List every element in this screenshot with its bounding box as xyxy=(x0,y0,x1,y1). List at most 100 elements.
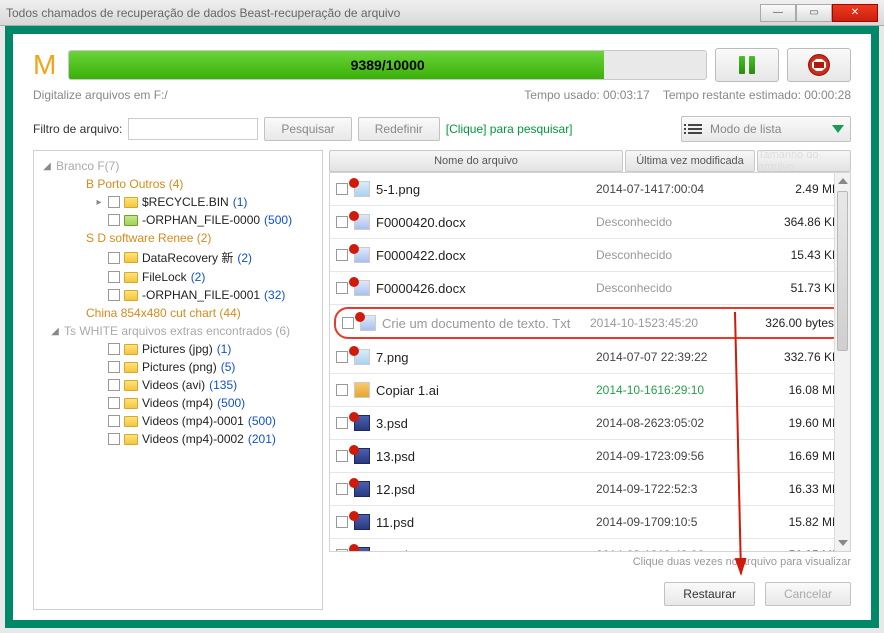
maximize-button[interactable]: ▭ xyxy=(796,4,832,22)
tree-item[interactable]: Videos (mp4)-0001 (500) xyxy=(38,412,318,430)
checkbox[interactable] xyxy=(108,433,120,445)
progress-row: M 9389/10000 xyxy=(33,48,851,82)
checkbox[interactable] xyxy=(336,483,348,495)
folder-icon xyxy=(124,380,138,391)
col-filename[interactable]: Nome do arquivo xyxy=(329,150,623,172)
file-size: 2.49 MB xyxy=(752,182,844,196)
checkbox[interactable] xyxy=(108,343,120,355)
list-mode-button[interactable]: Modo de lista xyxy=(681,116,851,142)
tree-item[interactable]: DataRecovery 新 (2) xyxy=(38,247,318,268)
col-modified[interactable]: Última vez modificada xyxy=(625,150,755,172)
restore-button[interactable]: Restaurar xyxy=(664,582,755,606)
file-date: 2014-10-1523:45:20 xyxy=(590,316,740,330)
tree-item[interactable]: Pictures (png) (5) xyxy=(38,358,318,376)
file-row[interactable]: 13.psd2014-09-1723:09:5616.69 MB xyxy=(330,440,850,473)
file-size: 56.35 MB xyxy=(752,548,844,552)
minimize-button[interactable]: — xyxy=(760,4,796,22)
tree-label: DataRecovery 新 xyxy=(142,249,233,266)
tree-count: (32) xyxy=(264,288,285,302)
scroll-up-icon[interactable] xyxy=(835,173,850,189)
file-row[interactable]: F0000422.docxDesconhecido15.43 KB xyxy=(330,239,850,272)
file-row[interactable]: 12.psd2014-09-1722:52:316.33 MB xyxy=(330,473,850,506)
folder-icon xyxy=(124,272,138,283)
pause-button[interactable] xyxy=(715,48,779,82)
file-icon xyxy=(354,481,370,497)
filter-input[interactable] xyxy=(128,118,258,140)
checkbox[interactable] xyxy=(336,417,348,429)
tree-item[interactable]: S D software Renee (2) xyxy=(38,229,318,247)
checkbox[interactable] xyxy=(336,351,348,363)
checkbox[interactable] xyxy=(336,516,348,528)
reset-button[interactable]: Redefinir xyxy=(358,117,440,141)
close-button[interactable]: ✕ xyxy=(832,4,878,22)
checkbox[interactable] xyxy=(336,450,348,462)
tree-count: (135) xyxy=(209,378,237,392)
expand-icon[interactable]: ▸ xyxy=(94,197,104,208)
status-badge xyxy=(355,312,365,322)
checkbox[interactable] xyxy=(108,252,120,264)
folder-tree[interactable]: ◢ Branco F(7) B Porto Outros (4) ▸ $RECYCL… xyxy=(33,150,323,610)
file-row[interactable]: 3.psd2014-08-2623:05:0219.60 MB xyxy=(330,407,850,440)
tree-item[interactable]: China 854x480 cut chart (44) xyxy=(38,304,318,322)
cancel-button[interactable]: Cancelar xyxy=(765,582,851,606)
file-list[interactable]: 5-1.png2014-07-1417:00:042.49 MBF0000420… xyxy=(329,172,851,552)
checkbox[interactable] xyxy=(108,196,120,208)
file-row[interactable]: 1.psd2014-09-1819:48:0656.35 MB xyxy=(330,539,850,552)
expand-icon[interactable]: ◢ xyxy=(50,326,60,337)
search-hint[interactable]: [Clique] para pesquisar] xyxy=(446,122,573,136)
tree-item[interactable]: Videos (mp4) (500) xyxy=(38,394,318,412)
checkbox[interactable] xyxy=(336,183,348,195)
tree-item[interactable]: Videos (mp4)-0002 (201) xyxy=(38,430,318,448)
checkbox[interactable] xyxy=(336,216,348,228)
search-button[interactable]: Pesquisar xyxy=(264,117,351,141)
scanning-path: Digitalize arquivos em F:/ xyxy=(33,88,168,102)
file-icon xyxy=(354,247,370,263)
file-row[interactable]: F0000420.docxDesconhecido364.86 KB xyxy=(330,206,850,239)
checkbox[interactable] xyxy=(336,282,348,294)
tree-count: (500) xyxy=(248,414,276,428)
file-row[interactable]: Crie um documento de texto. Txt 2014-10-1… xyxy=(334,307,846,339)
checkbox[interactable] xyxy=(108,271,120,283)
file-row[interactable]: 11.psd2014-09-1709:10:515.82 MB xyxy=(330,506,850,539)
scroll-thumb[interactable] xyxy=(837,191,848,351)
stop-button[interactable] xyxy=(787,48,851,82)
file-date: 2014-09-1722:52:3 xyxy=(596,482,746,496)
filter-label: Filtro de arquivo: xyxy=(33,122,122,136)
file-row[interactable]: 7.png2014-07-07 22:39:22332.76 KB xyxy=(330,341,850,374)
status-badge xyxy=(349,412,359,422)
tree-item[interactable]: FileLock (2) xyxy=(38,268,318,286)
tree-item[interactable]: Pictures (jpg) (1) xyxy=(38,340,318,358)
file-name: Crie um documento de texto. Txt xyxy=(382,316,584,331)
tree-root[interactable]: ◢ Branco F(7) xyxy=(38,157,318,175)
tree-item[interactable]: Videos (avi) (135) xyxy=(38,376,318,394)
checkbox[interactable] xyxy=(336,549,348,552)
checkbox[interactable] xyxy=(108,379,120,391)
checkbox[interactable] xyxy=(336,384,348,396)
file-row[interactable]: 5-1.png2014-07-1417:00:042.49 MB xyxy=(330,173,850,206)
col-size[interactable]: Tamanho do arquivo xyxy=(757,150,851,172)
checkbox[interactable] xyxy=(108,214,120,226)
checkbox[interactable] xyxy=(108,415,120,427)
tree-item[interactable]: B Porto Outros (4) xyxy=(38,175,318,193)
collapse-icon[interactable]: ◢ xyxy=(42,161,52,172)
scroll-down-icon[interactable] xyxy=(835,535,850,551)
chevron-down-icon xyxy=(832,125,844,133)
tree-item[interactable]: ▸$RECYCLE.BIN (1) xyxy=(38,193,318,211)
checkbox[interactable] xyxy=(108,289,120,301)
scrollbar[interactable] xyxy=(834,173,850,551)
tree-item[interactable]: -ORPHAN_FILE-0001 (32) xyxy=(38,286,318,304)
file-size: 332.76 KB xyxy=(752,350,844,364)
file-row[interactable]: F0000426.docxDesconhecido51.73 KB xyxy=(330,272,850,305)
checkbox[interactable] xyxy=(108,361,120,373)
file-row[interactable]: Copiar 1.ai2014-10-1616:29:1016.08 MB xyxy=(330,374,850,407)
tree-label: $RECYCLE.BIN xyxy=(142,195,229,209)
tree-count: (2) xyxy=(191,270,206,284)
status-badge xyxy=(349,346,359,356)
folder-icon xyxy=(124,416,138,427)
checkbox[interactable] xyxy=(342,317,354,329)
tree-item[interactable]: -ORPHAN_FILE-0000 (500) xyxy=(38,211,318,229)
tree-item[interactable]: ◢Ts WHITE arquivos extras encontrados (6… xyxy=(38,322,318,340)
checkbox[interactable] xyxy=(336,249,348,261)
preview-hint: Clique duas vezes no arquivo para visual… xyxy=(329,556,851,568)
checkbox[interactable] xyxy=(108,397,120,409)
